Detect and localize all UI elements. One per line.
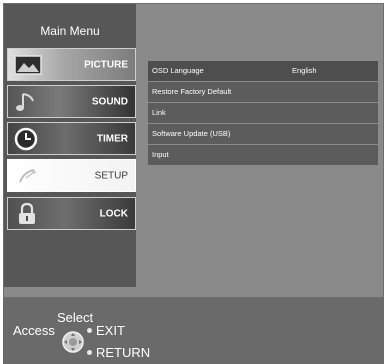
menu-item-picture-label: PICTURE [84,59,128,70]
option-input[interactable]: Input [148,145,378,166]
music-note-icon [16,93,34,111]
satellite-dish-icon [19,169,36,183]
access-hint-label: Access [13,323,55,338]
menu-item-sound-label: SOUND [91,96,128,107]
tv-menu-screen: Main Menu PICTURE SOUND TIMER SETUP LOCK… [0,0,386,364]
option-software-update-usb[interactable]: Software Update (USB) [148,124,378,145]
navigation-dial-icon [62,331,84,353]
remote-hint-footer: Select Access EXIT RETURN [3,300,384,364]
option-osd-language-value: English [292,66,317,75]
option-osd-language-label: OSD Language [152,66,204,75]
return-button-dot-icon [87,350,92,355]
menu-item-picture[interactable]: PICTURE [7,48,136,81]
main-menu-sidebar: Main Menu PICTURE SOUND TIMER SETUP LOCK [4,4,136,287]
menu-item-setup-label: SETUP [94,170,128,181]
menu-item-lock-label: LOCK [99,208,128,219]
menu-item-sound[interactable]: SOUND [7,85,136,118]
option-input-label: Input [152,150,169,159]
menu-item-timer[interactable]: TIMER [7,122,136,155]
option-osd-language[interactable]: OSD Language English [148,61,378,82]
option-link[interactable]: Link [148,103,378,124]
option-software-update-usb-label: Software Update (USB) [152,129,231,138]
padlock-icon [19,202,35,224]
return-hint-label: RETURN [96,345,151,360]
picture-icon [14,55,42,75]
option-restore-factory-default[interactable]: Restore Factory Default [148,82,378,103]
menu-item-timer-label: TIMER [96,133,128,144]
option-restore-factory-default-label: Restore Factory Default [152,87,232,96]
menu-item-lock[interactable]: LOCK [7,197,136,230]
option-link-label: Link [152,108,166,117]
exit-button-dot-icon [87,328,92,333]
exit-hint-label: EXIT [96,323,125,338]
setup-options-list: OSD Language English Restore Factory Def… [148,61,378,166]
main-menu-title: Main Menu [40,24,100,38]
clock-icon [14,127,38,151]
select-hint-label: Select [57,310,94,325]
menu-item-setup[interactable]: SETUP [7,159,136,192]
